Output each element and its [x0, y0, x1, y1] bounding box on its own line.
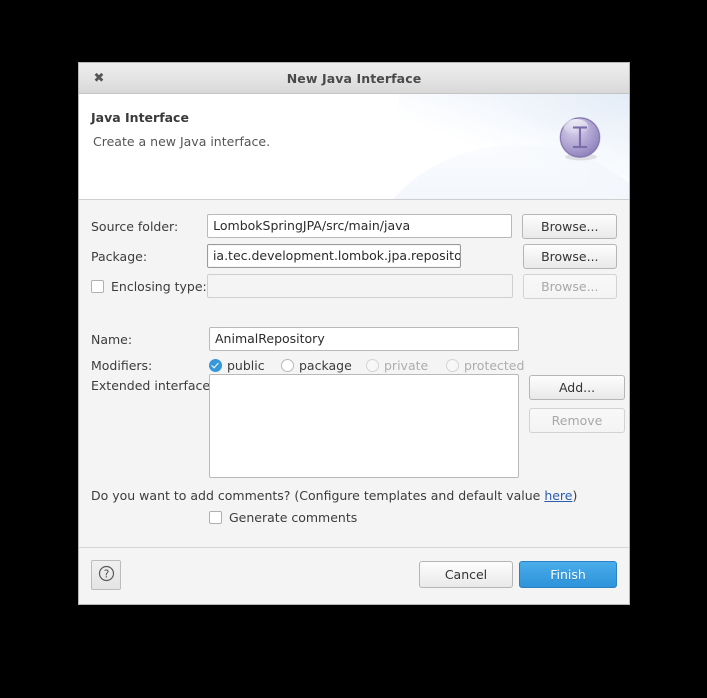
generate-comments-row: Generate comments — [209, 510, 357, 525]
modifier-label-private: private — [384, 357, 429, 373]
extended-interfaces-label: Extended interfaces: — [91, 378, 221, 393]
package-browse-button[interactable]: Browse... — [522, 243, 617, 269]
source-folder-browse-button[interactable]: Browse... — [522, 213, 618, 239]
name-input[interactable]: AnimalRepository — [209, 327, 519, 351]
enclosing-type-row: Enclosing type: Browse... — [91, 273, 618, 299]
comments-question: Do you want to add comments? (Configure … — [91, 488, 577, 503]
desktop-background: ✖ New Java Interface Java Interface Crea… — [0, 0, 707, 698]
name-row: Name: AnimalRepository — [91, 327, 617, 351]
new-java-interface-dialog: ✖ New Java Interface Java Interface Crea… — [78, 62, 630, 605]
extended-interfaces-list[interactable] — [209, 374, 519, 478]
help-button[interactable]: ? — [91, 560, 121, 590]
banner-subtitle: Create a new Java interface. — [93, 134, 271, 149]
modifier-label-public: public — [227, 357, 265, 373]
help-icon: ? — [98, 565, 115, 586]
dialog-body: Source folder: LombokSpringJPA/src/main/… — [79, 200, 629, 547]
modifier-label-protected: protected — [464, 357, 525, 373]
comments-question-prefix: Do you want to add comments? (Configure … — [91, 488, 545, 503]
enclosing-type-input[interactable] — [207, 274, 513, 298]
modifier-radio-private: private — [366, 358, 446, 373]
cancel-button[interactable]: Cancel — [419, 561, 513, 588]
modifiers-label: Modifiers: — [91, 357, 153, 373]
java-interface-icon — [557, 115, 604, 162]
enclosing-type-checkbox[interactable] — [91, 279, 104, 293]
generate-comments-label: Generate comments — [229, 510, 358, 525]
dialog-banner: Java Interface Create a new Java interfa… — [79, 94, 629, 200]
extended-interfaces-add-button[interactable]: Add... — [529, 375, 625, 400]
radio-package-indicator — [281, 358, 294, 372]
source-folder-row: Source folder: LombokSpringJPA/src/main/… — [91, 213, 618, 239]
radio-private-indicator — [366, 358, 379, 372]
dialog-footer: ? Cancel Finish — [79, 547, 629, 604]
close-icon[interactable]: ✖ — [89, 68, 109, 88]
configure-templates-link[interactable]: here — [544, 488, 572, 503]
modifier-label-package: package — [299, 357, 352, 373]
generate-comments-checkbox[interactable] — [209, 511, 222, 524]
name-label: Name: — [91, 331, 133, 347]
comments-question-suffix: ) — [572, 488, 578, 503]
modifier-radio-public[interactable]: public — [209, 358, 281, 373]
package-input[interactable]: ia.tec.development.lombok.jpa.repository — [206, 244, 461, 268]
dialog-titlebar: ✖ New Java Interface — [79, 63, 629, 94]
modifier-radio-package[interactable]: package — [281, 358, 366, 373]
radio-protected-indicator — [446, 358, 459, 372]
package-row: Package: ia.tec.development.lombok.jpa.r… — [91, 243, 617, 269]
radio-public-indicator — [209, 358, 222, 372]
modifier-radio-protected: protected — [446, 358, 524, 373]
dialog-title: New Java Interface — [286, 70, 422, 86]
extended-interfaces-remove-button: Remove — [529, 408, 625, 433]
svg-text:?: ? — [103, 568, 109, 580]
finish-button[interactable]: Finish — [519, 561, 617, 588]
source-folder-label: Source folder: — [91, 218, 179, 234]
enclosing-type-label: Enclosing type: — [111, 278, 207, 294]
banner-title: Java Interface — [91, 110, 189, 125]
source-folder-input[interactable]: LombokSpringJPA/src/main/java — [207, 214, 513, 238]
enclosing-type-browse-button: Browse... — [522, 273, 618, 299]
package-label: Package: — [91, 248, 148, 264]
